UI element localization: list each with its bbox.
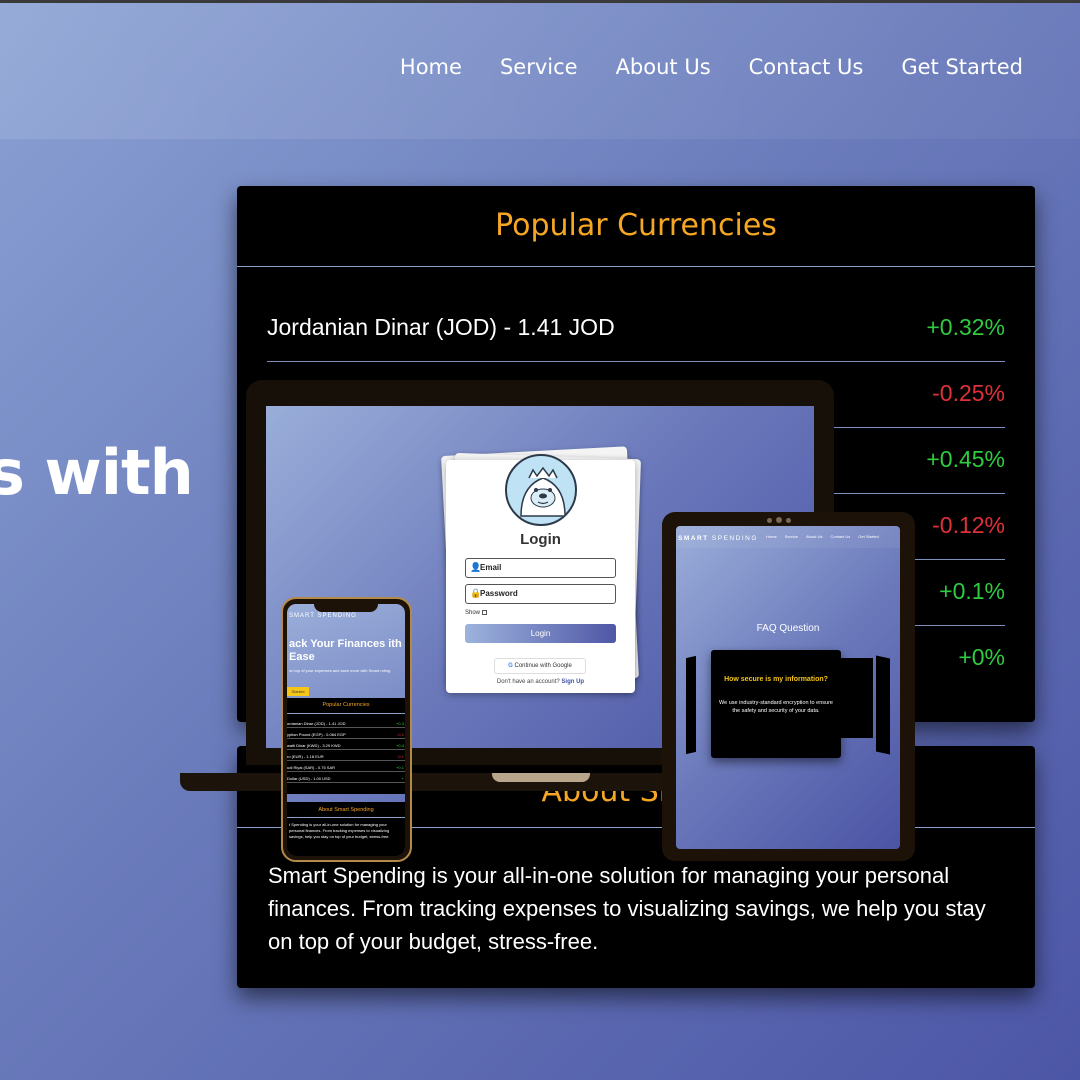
currency-change: +0.32%	[926, 314, 1005, 340]
currency-change: +0.45%	[926, 446, 1005, 472]
tablet-faq-card[interactable]: How secure is my information? We use ind…	[711, 650, 841, 758]
tablet-nav-about-us[interactable]: About Us	[806, 534, 822, 539]
phone-currency-change: +	[401, 776, 404, 781]
signup-prompt: Don't have an account?	[496, 679, 560, 685]
currency-change: -0.25%	[932, 380, 1005, 406]
phone-currency-row: ro (EUR) - 1.18 EUR -0.1	[287, 751, 405, 761]
tablet-nav-contact-us[interactable]: Contact Us	[830, 534, 850, 539]
phone-hero-title: ack Your Finances ith Ease	[289, 638, 402, 663]
currency-change: +0%	[958, 644, 1005, 670]
show-label: Show	[465, 610, 481, 617]
nav-get-started[interactable]: Get Started	[901, 55, 1023, 79]
nav-home[interactable]: Home	[400, 55, 462, 79]
tablet-brand-rest: SPENDING	[711, 535, 758, 542]
login-button[interactable]: Login	[465, 624, 616, 643]
currency-change: -0.12%	[932, 512, 1005, 538]
tablet-screen: SMART SPENDING Home Service About Us Con…	[676, 526, 900, 849]
phone-currencies-card: Popular Currencies ordanian Dinar (JOD) …	[287, 698, 405, 794]
tablet-nav-service[interactable]: Service	[785, 534, 798, 539]
about-text: Smart Spending is your all-in-one soluti…	[268, 863, 986, 954]
phone-currency-change: +0.4	[396, 743, 404, 748]
show-password-toggle[interactable]: Show	[465, 610, 487, 616]
tablet-camera-icon	[776, 517, 782, 523]
currency-row: Jordanian Dinar (JOD) - 1.41 JOD +0.32%	[267, 296, 1005, 362]
tablet-faq-side-card	[876, 655, 890, 755]
signup-row: Don't have an account? Sign Up	[446, 679, 635, 685]
nav-service[interactable]: Service	[500, 55, 578, 79]
tablet-faq-title: FAQ Question	[756, 623, 820, 634]
tablet-faq-question: How secure is my information?	[724, 676, 828, 683]
phone-hero-subtitle: on top of your expenses and save more wi…	[289, 668, 392, 673]
phone-about-text: t Spending is your all-in-one solution f…	[289, 822, 390, 839]
phone-currency-change: -0.2	[397, 732, 404, 737]
google-login-button[interactable]: G Continue with Google	[494, 658, 586, 674]
email-placeholder: Email	[480, 563, 502, 572]
currencies-title: Popular Currencies	[495, 208, 777, 243]
phone-currency-name: Dollar (USD) - 1.00 USD	[287, 776, 331, 781]
phone-currency-name: udi Riyal (SAR) - 0.75 SAR	[287, 765, 336, 770]
phone-about-divider	[287, 817, 405, 818]
email-field[interactable]: 👤 Email	[465, 558, 616, 578]
tablet-camera-dot	[786, 518, 791, 523]
tablet-faq-side-card	[839, 658, 873, 738]
currency-name: Jordanian Dinar (JOD) - 1.41 JOD	[267, 314, 615, 340]
phone-notch	[314, 601, 378, 612]
google-button-label: Continue with Google	[514, 663, 572, 669]
tablet-camera-dot	[767, 518, 772, 523]
phone-currency-name: ro (EUR) - 1.18 EUR	[287, 754, 324, 759]
tablet-nav-links: Home Service About Us Contact Us Get Sta…	[766, 534, 879, 539]
phone-divider	[287, 713, 405, 714]
show-checkbox[interactable]	[481, 610, 487, 615]
lock-icon: 🔒	[470, 588, 482, 598]
password-field[interactable]: 🔒 Password	[465, 584, 616, 604]
phone-currencies-title: Popular Currencies	[322, 702, 370, 708]
phone-currency-change: +0.1	[396, 765, 404, 770]
currency-change: +0.1%	[939, 578, 1005, 604]
phone-about-card: About Smart Spending t Spending is your …	[287, 802, 405, 856]
nav-links: Home Service About Us Contact Us Get Sta…	[400, 55, 1023, 79]
phone-currency-name: ordanian Dinar (JOD) - 1.41 JOD	[287, 721, 346, 726]
phone-about-title: About Smart Spending	[318, 807, 374, 813]
tablet-faq-answer: We use industry-standard encryption to e…	[719, 700, 833, 714]
phone-currency-row: yptian Pound (EGP) - 0.064 EGP -0.2	[287, 729, 405, 739]
phone-currency-row: ordanian Dinar (JOD) - 1.41 JOD +0.3	[287, 718, 405, 728]
tablet-navbar: SMART SPENDING Home Service About Us Con…	[676, 526, 900, 548]
tablet-nav-home[interactable]: Home	[766, 534, 777, 539]
tablet-brand: SMART SPENDING	[678, 535, 758, 542]
yeti-avatar-icon	[505, 454, 577, 526]
currencies-divider	[237, 266, 1035, 267]
phone-currency-change: -0.1	[397, 754, 404, 759]
login-title: Login	[520, 531, 561, 548]
phone-get-started-button[interactable]: Started	[287, 687, 309, 696]
phone-currency-row: waiti Dinar (KWD) - 3.29 KWD +0.4	[287, 740, 405, 750]
phone-currency-row: udi Riyal (SAR) - 0.75 SAR +0.1	[287, 762, 405, 772]
user-icon: 👤	[470, 562, 482, 572]
tablet-brand-bold: SMART	[678, 535, 709, 542]
tablet-nav-get-started[interactable]: Get Started	[858, 534, 878, 539]
laptop-notch	[492, 773, 590, 782]
phone-currency-row: Dollar (USD) - 1.00 USD +	[287, 773, 405, 783]
nav-about-us[interactable]: About Us	[616, 55, 711, 79]
login-card: Login 👤 Email 🔒 Password Show Login G Co…	[446, 454, 635, 693]
phone-currency-change: +0.3	[396, 721, 404, 726]
google-icon: G	[508, 663, 513, 669]
phone-currency-name: waiti Dinar (KWD) - 3.29 KWD	[287, 743, 341, 748]
nav-contact-us[interactable]: Contact Us	[749, 55, 864, 79]
phone-screen: SMART SPENDING ack Your Finances ith Eas…	[287, 604, 405, 856]
hero-heading: s with	[0, 436, 194, 509]
phone-brand: SMART SPENDING	[289, 613, 357, 619]
password-placeholder: Password	[480, 589, 518, 598]
phone-currency-name: yptian Pound (EGP) - 0.064 EGP	[287, 732, 346, 737]
navbar: Home Service About Us Contact Us Get Sta…	[0, 3, 1080, 139]
signup-link[interactable]: Sign Up	[561, 679, 584, 685]
tablet-faq-side-card	[686, 655, 696, 755]
